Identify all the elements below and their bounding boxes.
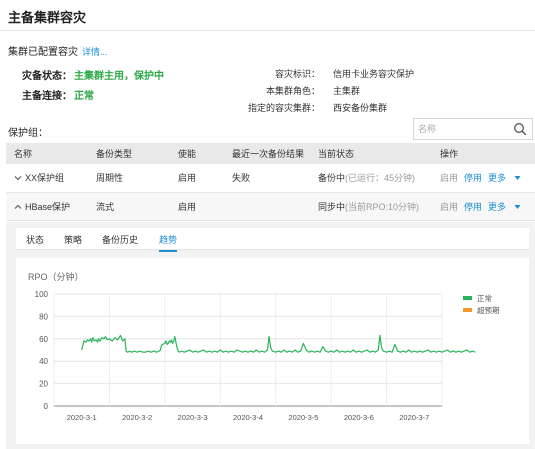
table-row[interactable]: XX保护组 周期性 启用 失败 备份中(已运行：45分钟) 启用 停用 更多 [6,164,535,193]
y-tick-label: 40 [39,357,48,366]
row-enable: 启用 [170,192,224,221]
enable-action: 启用 [440,201,459,212]
dr-status-value: 主集群主用，保护中 [74,71,164,82]
cluster-role-value: 主集群 [333,86,361,96]
chevron-down-icon[interactable] [14,174,22,182]
y-tick-label: 20 [39,380,48,389]
row-name-cell[interactable]: XX保护组 [6,164,88,193]
dr-cluster-value: 西安备份集群 [333,103,388,113]
x-tick-label: 2020-3-4 [233,413,263,422]
tab-policy[interactable]: 策略 [64,233,82,246]
y-tick-label: 100 [35,290,49,299]
detail-panel: 状态 策略 备份历史 趋势 RPO（分钟） 0 20 40 60 80 100 2020-… [6,222,535,449]
y-tick-label: 80 [39,312,48,321]
row-actions: 启用 停用 更多 [432,192,535,221]
dr-id-label: 容灾标识： [274,69,320,79]
row-state-detail: (当前RPO:10分钟) [345,201,420,212]
caret-down-icon [514,204,521,209]
row-enable: 启用 [170,164,224,193]
connection-status-label: 主备连接： [22,91,72,102]
table-header-row: 名称 备份类型 使能 最近一次备份结果 当前状态 操作 [6,143,535,164]
details-link[interactable]: 详情... [82,47,108,57]
more-action-label: 更多 [488,173,507,184]
row-name: HBase保护 [25,201,71,212]
dr-summary: 集群已配置容灾 详情... [8,43,108,58]
protection-group-label: 保护组： [8,128,48,139]
disable-action[interactable]: 停用 [464,173,482,183]
disable-action[interactable]: 停用 [464,202,482,212]
detail-tabs: 状态 策略 备份历史 趋势 [16,228,529,252]
chart-grid [53,293,443,407]
row-result [224,192,310,221]
chart-x-ticks: 2020-3-1 2020-3-2 2020-3-3 2020-3-4 2020-3-5… [67,413,430,422]
dr-cluster-label: 指定的容灾集群： [247,103,320,113]
col-enable: 使能 [170,143,224,164]
title-divider [0,30,535,31]
search-box [413,118,533,140]
more-action[interactable]: 更多 [488,173,521,183]
x-tick-label: 2020-3-7 [399,413,429,422]
dr-summary-text: 集群已配置容灾 [8,47,78,58]
tab-trend[interactable]: 趋势 [159,233,178,252]
cluster-role-label: 本集群角色： [265,86,320,96]
page-title: 主备集群容灾 [8,10,87,25]
row-state: 同步中 [318,201,346,212]
row-name: XX保护组 [25,173,65,184]
chart-y-ticks: 0 20 40 60 80 100 [35,290,49,411]
col-current-state: 当前状态 [310,143,432,164]
row-state: 备份中 [318,173,346,184]
legend-label: 超预期 [477,305,500,315]
row-state-cell: 备份中(已运行：45分钟) [310,164,432,193]
y-tick-label: 0 [44,402,49,411]
connection-status-value: 正常 [74,91,94,102]
row-type: 周期性 [88,164,170,193]
x-tick-label: 2020-3-5 [288,413,318,422]
dr-status-label: 灾备状态： [22,71,72,82]
row-result: 失败 [224,164,310,193]
x-tick-label: 2020-3-6 [344,413,374,422]
search-input[interactable] [414,119,508,139]
chevron-up-icon[interactable] [14,203,22,211]
chart-legend: 正常超预期 [463,294,500,315]
rpo-trend-chart: RPO（分钟） 020406080100 2020-3-1 2020-3-2 202… [28,271,500,422]
x-tick-label: 2020-3-1 [67,413,97,422]
caret-down-icon [514,176,521,181]
dr-status: 灾备状态： 主集群主用，保护中 [22,67,164,82]
dr-id-value: 信用卡业务容灾保护 [333,69,415,79]
legend-swatch [463,296,472,300]
col-last-result: 最近一次备份结果 [224,143,310,164]
more-action-label: 更多 [488,201,507,212]
col-backup-type: 备份类型 [88,143,170,164]
chart-card: RPO（分钟） 0 20 40 60 80 100 2020-3-1 2020-3-2 202… [16,258,529,444]
chart-ylabel: RPO（分钟） [28,271,84,282]
row-state-detail: (已运行：45分钟) [345,173,416,184]
series-line [81,334,476,353]
protection-group-table: 名称 备份类型 使能 最近一次备份结果 当前状态 操作 XX保护组 周期性 启用… [6,143,535,221]
legend-label: 正常 [477,294,492,303]
col-name: 名称 [6,143,88,164]
row-actions: 启用 停用 更多 [432,164,535,193]
tab-status[interactable]: 状态 [26,233,44,246]
row-type: 流式 [88,192,170,221]
tab-backup-history[interactable]: 备份历史 [102,233,138,246]
enable-action: 启用 [440,173,459,184]
search-icon[interactable] [513,122,527,136]
x-tick-label: 2020-3-2 [122,413,152,422]
legend-swatch [463,308,472,312]
x-tick-label: 2020-3-3 [178,413,208,422]
chart-series [81,334,476,353]
more-action[interactable]: 更多 [488,202,521,212]
row-state-cell: 同步中(当前RPO:10分钟) [310,192,432,221]
table-row[interactable]: HBase保护 流式 启用 同步中(当前RPO:10分钟) 启用 停用 更多 [6,192,535,221]
col-actions: 操作 [432,143,535,164]
row-name-cell[interactable]: HBase保护 [6,192,88,221]
y-tick-label: 60 [39,335,48,344]
connection-status: 主备连接： 正常 [22,87,94,102]
